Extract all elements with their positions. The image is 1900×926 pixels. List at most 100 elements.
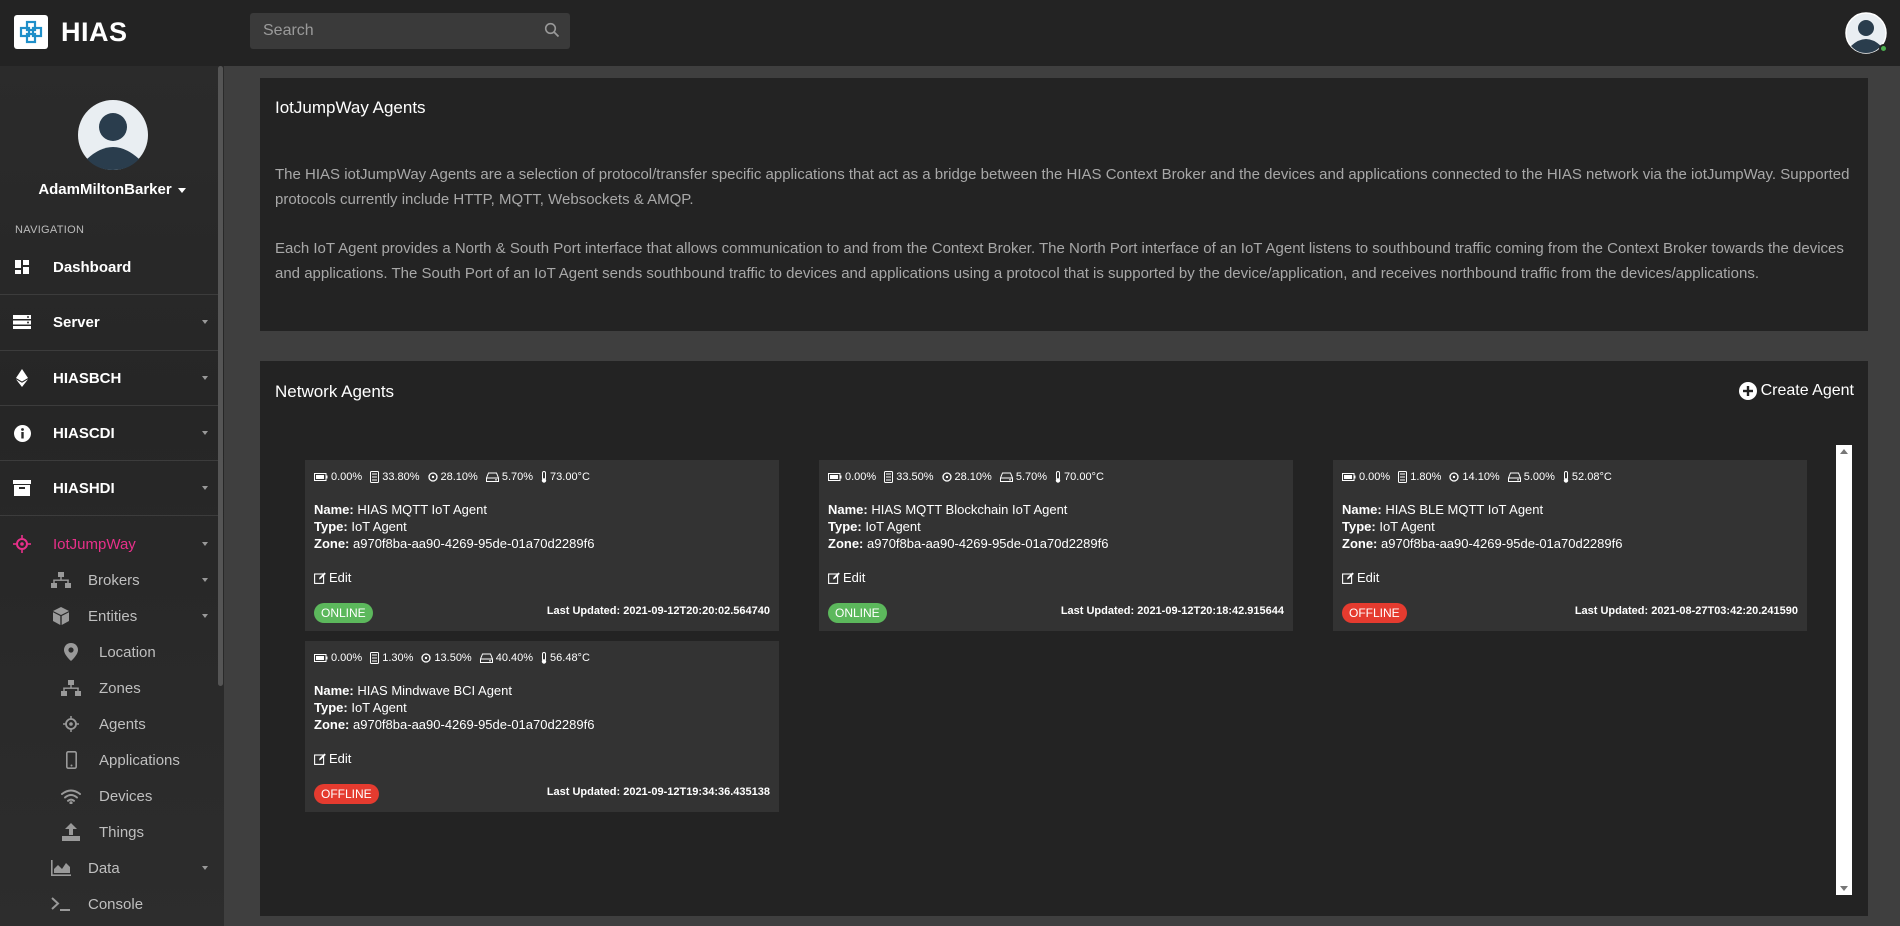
memory-stat: 28.10% bbox=[427, 471, 478, 483]
agent-stats: 0.00% 1.30% 13.50% 40.40% 56.48°C bbox=[314, 652, 598, 664]
brand[interactable]: HIAS bbox=[14, 15, 128, 49]
cpu-stat: 33.50% bbox=[884, 471, 934, 483]
wifi-icon bbox=[60, 786, 82, 806]
agent-zone-field: Zone: a970f8ba-aa90-4269-95de-01a70d2289… bbox=[828, 536, 1108, 551]
app-name: HIAS bbox=[61, 16, 128, 47]
sidebar-item-console[interactable]: Console bbox=[0, 886, 218, 922]
status-badge: OFFLINE bbox=[314, 784, 379, 804]
edit-label: Edit bbox=[329, 570, 352, 585]
sidebar-item-zones[interactable]: Zones bbox=[0, 670, 218, 706]
name-label: Name: bbox=[314, 502, 354, 517]
caret-down-icon bbox=[202, 578, 208, 582]
profile-avatar[interactable] bbox=[77, 99, 149, 171]
search-input[interactable] bbox=[250, 13, 570, 49]
battery-stat: 0.00% bbox=[828, 471, 876, 483]
profile-name: AdamMiltonBarker bbox=[38, 181, 172, 198]
status-badge: ONLINE bbox=[314, 603, 373, 623]
type-label: Type: bbox=[314, 700, 348, 715]
agent-type-field: Type: IoT Agent bbox=[1342, 519, 1435, 534]
sidebar-item-devices[interactable]: Devices bbox=[0, 778, 218, 814]
scroll-up-arrow-icon[interactable] bbox=[1840, 449, 1848, 454]
caret-down-icon bbox=[202, 542, 208, 546]
agent-stats: 0.00% 33.80% 28.10% 5.70% 73.00°C bbox=[314, 471, 598, 483]
sidebar-item-things[interactable]: Things bbox=[0, 814, 218, 850]
sidebar-item-server[interactable]: Server bbox=[0, 295, 218, 349]
sidebar-item-location[interactable]: Location bbox=[0, 634, 218, 670]
sidebar-scrollbar[interactable] bbox=[218, 66, 223, 686]
caret-down-icon bbox=[202, 376, 208, 380]
info-paragraph: The HIAS iotJumpWay Agents are a selecti… bbox=[275, 166, 1850, 208]
agent-type: IoT Agent bbox=[351, 519, 407, 534]
memory-icon bbox=[941, 472, 952, 482]
memory-stat: 13.50% bbox=[421, 652, 472, 664]
sidebar-item-agents[interactable]: Agents bbox=[0, 706, 218, 742]
create-agent-button[interactable]: Create Agent bbox=[1738, 382, 1854, 400]
cpu-icon bbox=[1398, 471, 1408, 483]
profile-name-dropdown[interactable]: AdamMiltonBarker bbox=[0, 181, 224, 198]
edit-agent-button[interactable]: Edit bbox=[314, 751, 351, 766]
memory-icon bbox=[421, 653, 432, 663]
agent-type: IoT Agent bbox=[865, 519, 921, 534]
area-chart-icon bbox=[50, 858, 72, 878]
info-panel: IotJumpWay Agents The HIAS iotJumpWay Ag… bbox=[260, 78, 1868, 331]
sidebar-item-data[interactable]: Data bbox=[0, 850, 218, 886]
nav-heading: NAVIGATION bbox=[15, 224, 85, 236]
cpu-icon bbox=[370, 652, 380, 664]
sidebar-item-hiasbch[interactable]: HIASBCH bbox=[0, 351, 218, 405]
edit-label: Edit bbox=[1357, 570, 1380, 585]
agent-type-field: Type: IoT Agent bbox=[828, 519, 921, 534]
hias-logo-icon bbox=[14, 15, 48, 49]
edit-agent-button[interactable]: Edit bbox=[1342, 570, 1379, 585]
thermometer-icon bbox=[1055, 471, 1061, 483]
search-box[interactable] bbox=[250, 13, 570, 49]
agent-name-field: Name: HIAS MQTT IoT Agent bbox=[314, 502, 487, 517]
agent-zone: a970f8ba-aa90-4269-95de-01a70d2289f6 bbox=[1381, 536, 1623, 551]
search-icon[interactable] bbox=[544, 22, 560, 43]
edit-agent-button[interactable]: Edit bbox=[314, 570, 351, 585]
agent-name-field: Name: HIAS BLE MQTT IoT Agent bbox=[1342, 502, 1543, 517]
edit-icon bbox=[828, 572, 840, 584]
network-icon bbox=[50, 570, 72, 590]
sidebar-item-entities[interactable]: Entities bbox=[0, 598, 218, 634]
edit-label: Edit bbox=[329, 751, 352, 766]
thermometer-icon bbox=[541, 471, 547, 483]
thermometer-icon bbox=[1563, 471, 1569, 483]
battery-stat: 0.00% bbox=[1342, 471, 1390, 483]
terminal-icon bbox=[50, 894, 72, 914]
agent-zone-field: Zone: a970f8ba-aa90-4269-95de-01a70d2289… bbox=[1342, 536, 1622, 551]
agent-zone: a970f8ba-aa90-4269-95de-01a70d2289f6 bbox=[353, 536, 595, 551]
cpu-stat: 1.80% bbox=[1398, 471, 1441, 483]
sidebar-item-hiashdi[interactable]: HIASHDI bbox=[0, 461, 218, 515]
sidebar-item-brokers[interactable]: Brokers bbox=[0, 562, 218, 598]
agent-name-field: Name: HIAS MQTT Blockchain IoT Agent bbox=[828, 502, 1067, 517]
sidebar-item-dashboard[interactable]: Dashboard bbox=[0, 240, 218, 294]
hdd-icon bbox=[479, 653, 493, 663]
cpu-stat: 1.30% bbox=[370, 652, 413, 664]
hdd-stat: 5.70% bbox=[999, 471, 1047, 483]
memory-stat: 28.10% bbox=[941, 471, 992, 483]
scroll-down-arrow-icon[interactable] bbox=[1840, 886, 1848, 891]
ethereum-icon bbox=[13, 369, 31, 387]
agent-type: IoT Agent bbox=[351, 700, 407, 715]
user-avatar[interactable] bbox=[1845, 12, 1888, 54]
upload-icon bbox=[60, 822, 82, 842]
sidebar-item-hiascdi[interactable]: HIASCDI bbox=[0, 406, 218, 460]
zone-label: Zone: bbox=[314, 717, 350, 732]
edit-agent-button[interactable]: Edit bbox=[828, 570, 865, 585]
divider bbox=[0, 515, 218, 516]
hdd-stat: 40.40% bbox=[479, 652, 533, 664]
edit-icon bbox=[314, 572, 326, 584]
sidebar-item-applications[interactable]: Applications bbox=[0, 742, 218, 778]
caret-down-icon bbox=[202, 320, 208, 324]
thermometer-icon bbox=[541, 652, 547, 664]
status-badge: ONLINE bbox=[828, 603, 887, 623]
agent-stats: 0.00% 1.80% 14.10% 5.00% 52.08°C bbox=[1342, 471, 1620, 483]
agent-card: 0.00% 1.80% 14.10% 5.00% 52.08°C Name: H… bbox=[1333, 460, 1807, 631]
agent-name: HIAS MQTT IoT Agent bbox=[357, 502, 487, 517]
caret-down-icon bbox=[202, 431, 208, 435]
info-icon bbox=[13, 424, 31, 442]
cpu-stat: 33.80% bbox=[370, 471, 420, 483]
agents-scrollbar[interactable] bbox=[1836, 445, 1852, 895]
iot-chip-icon bbox=[13, 535, 31, 553]
memory-icon bbox=[427, 472, 438, 482]
